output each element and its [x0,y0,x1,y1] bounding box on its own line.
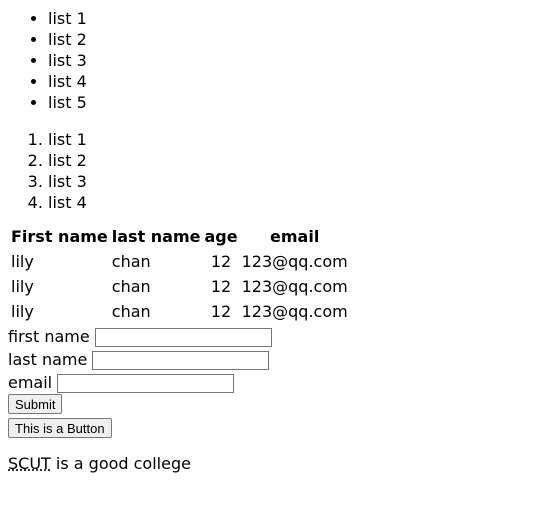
list-item: list 1 [48,8,538,29]
cell-last-name: chan [111,252,151,271]
email-label: email [8,373,53,392]
header-email: email [270,227,320,246]
last-name-label: last name [8,350,88,369]
people-table: First name last name age email lily chan… [8,223,351,325]
cell-first-name: lily [11,277,34,296]
table-row: lily chan 12 123@qq.com [10,300,349,323]
list-item: list 2 [48,150,538,171]
paragraph-text: is a good college [50,454,191,473]
cell-age: 12 [210,252,232,271]
first-name-label: first name [8,327,90,346]
cell-last-name: chan [111,277,151,296]
cell-first-name: lily [11,252,34,271]
cell-email: 123@qq.com [241,302,348,321]
list-item: list 4 [48,71,538,92]
email-input[interactable] [57,374,235,393]
header-age: age [204,227,238,246]
ordered-list: list 1 list 2 list 3 list 4 [8,129,538,213]
list-item: list 5 [48,92,538,113]
header-first-name: First name [11,227,108,246]
generic-button[interactable]: This is a Button [8,418,112,438]
list-item: list 2 [48,29,538,50]
cell-first-name: lily [11,302,34,321]
cell-email: 123@qq.com [241,252,348,271]
list-item: list 3 [48,171,538,192]
header-last-name: last name [111,227,201,246]
last-name-input[interactable] [92,351,270,370]
college-paragraph: SCUT is a good college [8,454,538,473]
cell-email: 123@qq.com [241,277,348,296]
list-item: list 4 [48,192,538,213]
cell-age: 12 [210,302,232,321]
unordered-list: list 1 list 2 list 3 list 4 list 5 [8,8,538,113]
cell-last-name: chan [111,302,151,321]
scut-abbreviation: SCUT [8,454,51,473]
cell-age: 12 [210,277,232,296]
table-row: lily chan 12 123@qq.com [10,250,349,273]
list-item: list 1 [48,129,538,150]
submit-button[interactable]: Submit [8,394,63,414]
first-name-input[interactable] [94,328,272,347]
table-header-row: First name last name age email [10,225,349,248]
user-form: first name last name email Submit [8,325,538,414]
table-row: lily chan 12 123@qq.com [10,275,349,298]
list-item: list 3 [48,50,538,71]
